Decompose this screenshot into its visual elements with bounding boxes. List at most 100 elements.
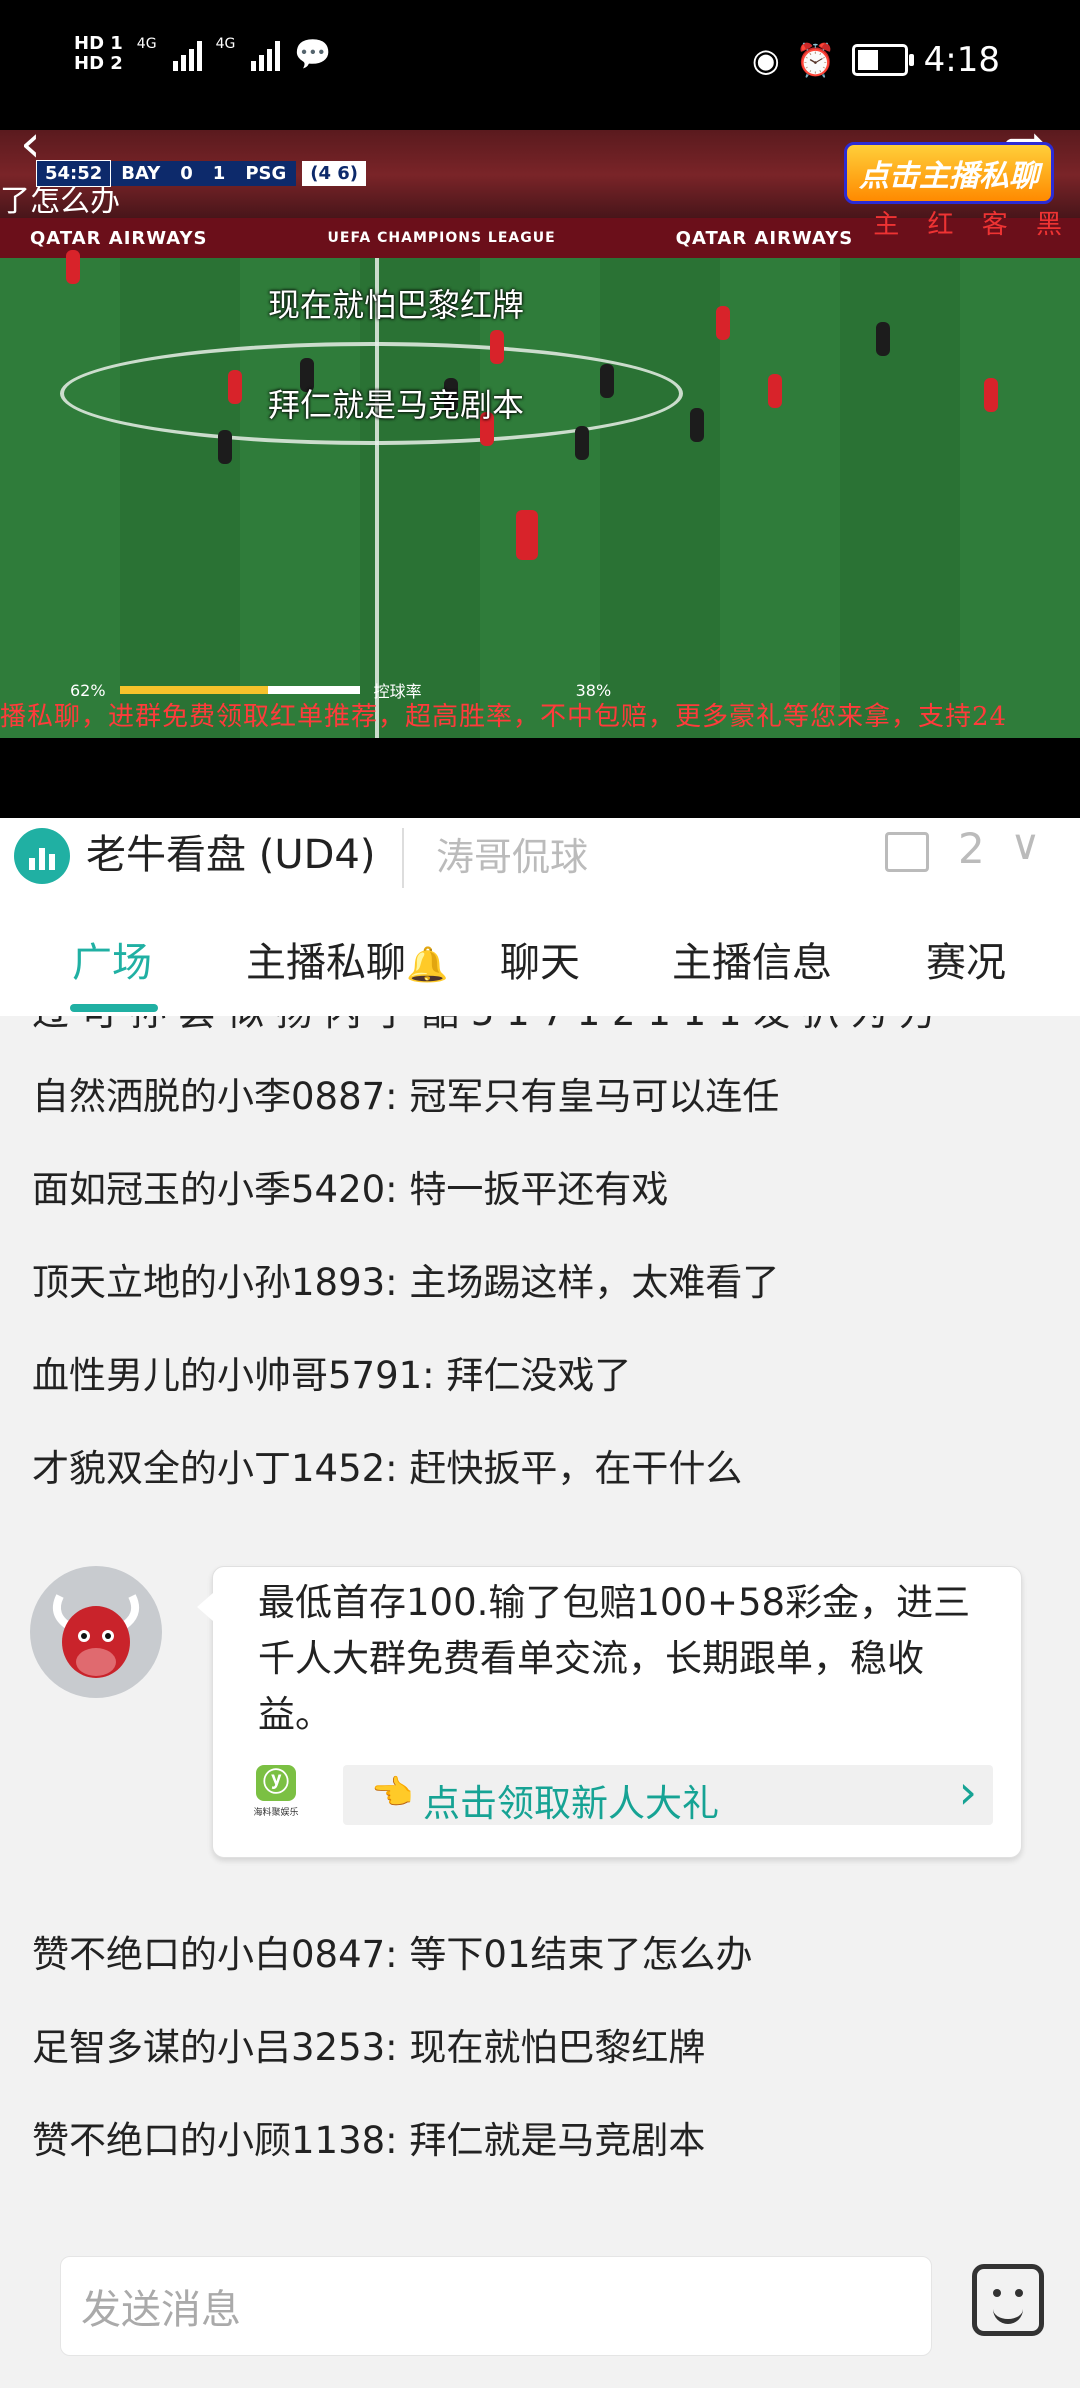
- player: [228, 370, 242, 404]
- tab-square[interactable]: 广场: [72, 930, 152, 988]
- tab-underline: [70, 1004, 158, 1012]
- chat-user: 面如冠玉的小季5420: [32, 1168, 386, 1211]
- promo-logo: ⓨ 海料聚娱乐: [253, 1765, 299, 1823]
- tab-host-private-chat-label: 主播私聊: [246, 940, 406, 986]
- player: [768, 374, 782, 408]
- signal-icon-1: [172, 37, 202, 71]
- player: [490, 330, 504, 364]
- ad-mid: UEFA CHAMPIONS LEAGUE: [327, 230, 556, 246]
- tab-host-info[interactable]: 主播信息: [672, 930, 832, 988]
- back-icon[interactable]: ‹: [20, 130, 68, 170]
- status-right: ◉ ⏰ 4:18: [752, 40, 1000, 80]
- scoreboard: 54:52 BAY 0 1 PSG (4 6): [36, 160, 367, 187]
- wechat-icon: 💬: [294, 36, 332, 72]
- promo-cta-label: 点击领取新人大礼: [423, 1782, 719, 1825]
- camera-icon[interactable]: [885, 832, 929, 872]
- player: [66, 250, 80, 284]
- chat-text: 等下01结束了怎么办: [409, 1933, 753, 1976]
- chat-user: 血性男儿的小帅哥5791: [32, 1354, 423, 1397]
- host-subtitle: 涛哥侃球: [436, 835, 589, 879]
- message-input-placeholder: 发送消息: [81, 2287, 241, 2333]
- status-left: HD 1 HD 2 4G 4G 💬: [74, 34, 332, 74]
- chat-message: 才貌双全的小丁1452: 赶快扳平，在干什么: [32, 1447, 743, 1490]
- chat-text: 特一扳平还有戏: [409, 1168, 669, 1211]
- signal-icon-2: [251, 37, 281, 71]
- chat-list[interactable]: 过 可 孙 罢 似 扬 内 了 酷 5 1 7 1 2 1 1 1 发 扒 为 …: [0, 1016, 1080, 2216]
- promo-text: 最低首存100.输了包赔100+58彩金，进三千人大群免费看单交流，长期跟单，稳…: [258, 1581, 971, 1736]
- tab-bar: 广场 主播私聊🔔 聊天 主播信息 赛况: [0, 900, 1080, 1017]
- chat-text: 现在就怕巴黎红牌: [409, 2026, 706, 2069]
- live-chat-button[interactable]: 点击主播私聊: [844, 142, 1054, 204]
- chat-message: 足智多谋的小吕3253: 现在就怕巴黎红牌: [32, 2026, 706, 2069]
- alarm-icon: ⏰: [795, 41, 836, 79]
- status-bar: HD 1 HD 2 4G 4G 💬 ◉ ⏰ 4:18: [0, 0, 1080, 130]
- chat-text: 赶快扳平，在干什么: [409, 1447, 743, 1490]
- hd2-label: HD 2: [74, 53, 123, 74]
- bull-avatar[interactable]: [30, 1566, 162, 1698]
- bell-icon: 🔔: [406, 945, 449, 985]
- hd1-label: HD 1: [74, 33, 123, 54]
- hd-indicators: HD 1 HD 2: [74, 34, 123, 74]
- chevron-right-icon: ›: [958, 1765, 977, 1819]
- network-type-1: 4G: [136, 36, 157, 52]
- chat-message: 顶天立地的小孙1893: 主场踢这样，太难看了: [32, 1261, 780, 1304]
- chat-user: 赞不绝口的小顾1138: [32, 2119, 386, 2162]
- possession-bar: [119, 686, 360, 694]
- away-team: PSG: [235, 161, 297, 186]
- pitch: [0, 258, 1080, 738]
- chat-user: 赞不绝口的小白0847: [32, 1933, 386, 1976]
- sticker-icon[interactable]: [972, 2264, 1044, 2336]
- danmu-2: 拜仁就是马竞剧本: [268, 386, 525, 424]
- tab-match-status[interactable]: 赛况: [926, 930, 1006, 988]
- clock-text: 4:18: [923, 40, 1000, 80]
- message-input[interactable]: 发送消息: [60, 2256, 932, 2356]
- pointing-hand-icon: 👈: [371, 1773, 414, 1813]
- player: [876, 322, 890, 356]
- host-name[interactable]: 老牛看盘 (UD4): [86, 822, 375, 880]
- input-bar: 发送消息: [0, 2216, 1080, 2388]
- host-count: 2: [958, 824, 985, 873]
- chat-user: 足智多谋的小吕3253: [32, 2026, 386, 2069]
- player: [600, 364, 614, 398]
- home-team: BAY: [111, 161, 171, 186]
- video-player[interactable]: QATAR AIRWAYS UEFA CHAMPIONS LEAGUE QATA…: [0, 130, 1080, 738]
- chat-message: 血性男儿的小帅哥5791: 拜仁没戏了: [32, 1354, 632, 1397]
- promo-cta[interactable]: 👈 点击领取新人大礼 ›: [343, 1765, 993, 1825]
- tab-chat[interactable]: 聊天: [500, 930, 580, 988]
- chat-message: 赞不绝口的小顾1138: 拜仁就是马竞剧本: [32, 2119, 706, 2162]
- chat-text: 主场踢这样，太难看了: [409, 1261, 780, 1304]
- eye-icon: ◉: [751, 41, 780, 79]
- player: [516, 510, 538, 560]
- ad-left: QATAR AIRWAYS: [30, 227, 208, 249]
- chat-user: 自然洒脱的小李0887: [32, 1075, 386, 1118]
- chat-message: 面如冠玉的小季5420: 特一扳平还有戏: [32, 1168, 669, 1211]
- chat-text: 冠军只有皇马可以连任: [409, 1075, 780, 1118]
- player: [575, 426, 589, 460]
- danmu-1: 现在就怕巴黎红牌: [268, 286, 525, 324]
- promo-bubble: 最低首存100.输了包赔100+58彩金，进三千人大群免费看单交流，长期跟单，稳…: [197, 1566, 1022, 1858]
- chat-text: 拜仁就是马竞剧本: [409, 2119, 706, 2162]
- host-bar: 老牛看盘 (UD4) 涛哥侃球 2 ∨: [0, 818, 1080, 900]
- ad-right: QATAR AIRWAYS: [675, 227, 854, 249]
- network-type-2: 4G: [215, 36, 236, 52]
- logo-label: 海料聚娱乐: [253, 1808, 299, 1818]
- player: [984, 378, 998, 412]
- team-sides-label: 主 红 客 黑: [873, 210, 1072, 240]
- chat-user: 才貌双全的小丁1452: [32, 1447, 386, 1490]
- stats-icon: [14, 828, 70, 884]
- partial-message: 过 可 孙 罢 似 扬 内 了 酷 5 1 7 1 2 1 1 1 发 扒 为 …: [32, 1016, 937, 1036]
- player: [716, 306, 730, 340]
- divider: [402, 828, 404, 888]
- home-score: 0: [170, 161, 203, 186]
- possession-fill: [119, 686, 269, 694]
- aggregate-score: (4 6): [302, 161, 367, 186]
- bull-avatar-image: [53, 1594, 139, 1678]
- chat-user: 顶天立地的小孙1893: [32, 1261, 386, 1304]
- logo-mark: ⓨ: [256, 1765, 296, 1801]
- battery-icon: [851, 44, 914, 76]
- halfway-line: [375, 258, 379, 738]
- chat-message: 自然洒脱的小李0887: 冠军只有皇马可以连任: [32, 1075, 780, 1118]
- chat-message: 赞不绝口的小白0847: 等下01结束了怎么办: [32, 1933, 753, 1976]
- tab-host-private-chat[interactable]: 主播私聊🔔: [246, 930, 448, 988]
- chevron-down-icon[interactable]: ∨: [1010, 820, 1041, 869]
